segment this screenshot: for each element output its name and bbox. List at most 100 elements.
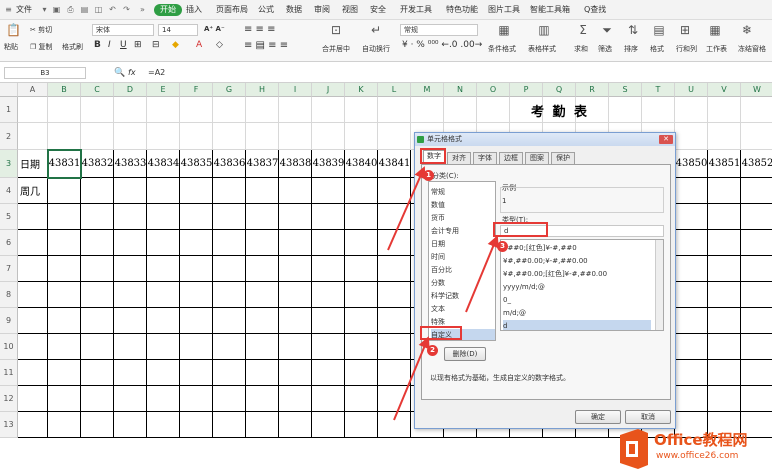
tab-home[interactable]: 开始 [154, 4, 182, 16]
cell[interactable] [147, 386, 180, 412]
formula-input[interactable]: =A2 [148, 68, 165, 77]
cell[interactable] [312, 230, 345, 256]
cell[interactable] [81, 360, 114, 386]
format-button[interactable]: 格式 [650, 44, 664, 54]
category-item[interactable]: 文本 [431, 303, 445, 315]
cell[interactable] [411, 97, 444, 123]
sum-button[interactable]: 求和 [574, 44, 588, 54]
category-item[interactable]: 时间 [431, 251, 445, 263]
row-header[interactable]: 1 [0, 97, 18, 123]
table-style-button[interactable]: 表格样式 [528, 44, 556, 54]
cell[interactable] [741, 386, 772, 412]
cell[interactable] [345, 308, 378, 334]
cell[interactable] [81, 178, 114, 204]
tab-picture-tools[interactable]: 图片工具 [488, 4, 520, 16]
worksheet-button[interactable]: 工作表 [706, 44, 727, 54]
cell[interactable] [246, 204, 279, 230]
cell[interactable] [345, 178, 378, 204]
column-header[interactable]: H [246, 83, 279, 97]
cell[interactable] [312, 412, 345, 438]
cell[interactable] [114, 178, 147, 204]
bold-icon[interactable]: B [94, 40, 101, 50]
cell[interactable] [147, 412, 180, 438]
cell[interactable] [708, 123, 741, 150]
dropdown-icon[interactable]: ▾ [40, 5, 49, 14]
cell[interactable] [180, 334, 213, 360]
cell[interactable] [81, 123, 114, 150]
cell[interactable] [279, 178, 312, 204]
cell[interactable] [312, 204, 345, 230]
cell[interactable] [345, 256, 378, 282]
tab-protection[interactable]: 保护 [551, 152, 575, 164]
category-item[interactable]: 数值 [431, 199, 445, 211]
column-header[interactable]: T [642, 83, 675, 97]
column-header[interactable]: V [708, 83, 741, 97]
cell[interactable] [213, 282, 246, 308]
cell[interactable] [213, 256, 246, 282]
cell[interactable] [279, 204, 312, 230]
category-item[interactable]: 常规 [431, 186, 445, 198]
category-item[interactable]: 科学记数 [431, 290, 459, 302]
cell[interactable] [378, 282, 411, 308]
filter-button[interactable]: 筛选 [598, 44, 612, 54]
cell[interactable] [213, 412, 246, 438]
select-all-corner[interactable] [0, 83, 18, 97]
format-item[interactable]: ¥#,##0.00;[红色]¥-#,##0.00 [503, 268, 607, 280]
cell[interactable] [345, 386, 378, 412]
cell[interactable] [180, 204, 213, 230]
font-size-select[interactable]: 14 [158, 24, 198, 36]
cell[interactable] [114, 282, 147, 308]
cell[interactable] [81, 230, 114, 256]
cell[interactable] [114, 386, 147, 412]
cell[interactable] [312, 360, 345, 386]
freeze-button[interactable]: 冻结窗格 [738, 44, 766, 54]
table-style-icon[interactable]: ▥ [534, 23, 554, 37]
cell[interactable] [741, 123, 772, 150]
row-header[interactable]: 10 [0, 334, 18, 360]
cell[interactable] [312, 256, 345, 282]
cell[interactable] [675, 308, 708, 334]
cell[interactable] [345, 230, 378, 256]
cell[interactable] [675, 123, 708, 150]
cell[interactable] [18, 230, 48, 256]
cell[interactable] [213, 360, 246, 386]
cell[interactable] [246, 412, 279, 438]
cell[interactable] [246, 178, 279, 204]
row-header[interactable]: 11 [0, 360, 18, 386]
column-header[interactable]: S [609, 83, 642, 97]
format-item[interactable]: m/d;@ [503, 307, 526, 319]
rows-cols-button[interactable]: 行和列 [676, 44, 697, 54]
column-header[interactable]: F [180, 83, 213, 97]
cell[interactable] [180, 360, 213, 386]
cell[interactable] [147, 282, 180, 308]
export-icon[interactable]: ⎙ [66, 5, 75, 14]
cell[interactable] [81, 386, 114, 412]
cell[interactable] [675, 178, 708, 204]
cell[interactable] [180, 386, 213, 412]
cell[interactable] [378, 308, 411, 334]
tab-smart-toolbox[interactable]: 智能工具箱 [530, 4, 570, 16]
cell[interactable] [279, 97, 312, 123]
tab-border[interactable]: 边框 [499, 152, 523, 164]
row-header[interactable]: 7 [0, 256, 18, 282]
cell[interactable] [675, 386, 708, 412]
currency-icon[interactable]: ¥ · % ⁰⁰⁰ ←.0 .00→ [402, 40, 482, 50]
row-header[interactable]: 3 [0, 150, 18, 178]
cell[interactable] [246, 386, 279, 412]
cell[interactable] [213, 204, 246, 230]
cell[interactable] [675, 282, 708, 308]
cell[interactable] [147, 204, 180, 230]
column-header[interactable]: W [741, 83, 772, 97]
format-icon[interactable]: ▤ [652, 23, 666, 37]
conditional-format-button[interactable]: 条件格式 [488, 44, 516, 54]
cell[interactable] [279, 230, 312, 256]
cell[interactable] [708, 204, 741, 230]
category-item[interactable]: 日期 [431, 238, 445, 250]
column-header[interactable]: M [411, 83, 444, 97]
row-header[interactable]: 9 [0, 308, 18, 334]
cut-button[interactable]: ✂ 剪切 [30, 25, 52, 35]
cell[interactable] [345, 334, 378, 360]
cell[interactable] [213, 334, 246, 360]
cell[interactable] [18, 256, 48, 282]
cell[interactable] [246, 360, 279, 386]
